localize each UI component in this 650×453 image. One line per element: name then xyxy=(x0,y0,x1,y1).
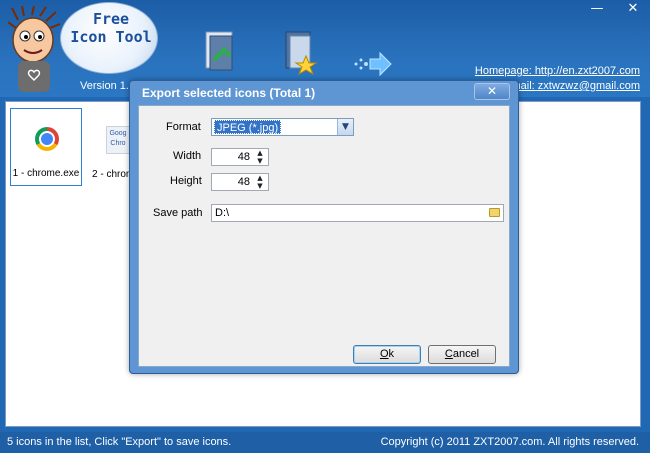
list-item[interactable]: 1 - chrome.exe xyxy=(10,108,82,186)
window-controls: — ✕ xyxy=(586,0,644,18)
save-path-label: Save path xyxy=(153,207,203,219)
ok-mnemonic: O xyxy=(379,348,389,360)
cancel-mnemonic: C xyxy=(444,348,453,360)
mascot-icon xyxy=(8,6,61,92)
height-stepper[interactable]: 48 ▲ ▼ xyxy=(211,173,269,191)
format-dropdown[interactable]: JPEG (*.jpg) ▼ xyxy=(211,118,354,136)
width-label: Width xyxy=(173,150,202,162)
export-dialog: Export selected icons (Total 1) ✕ Format… xyxy=(129,80,519,374)
ok-button[interactable]: Ok xyxy=(353,345,421,364)
increment-icon[interactable]: ▲ xyxy=(254,174,266,182)
decrement-icon[interactable]: ▼ xyxy=(254,157,266,165)
decrement-icon[interactable]: ▼ xyxy=(254,182,266,190)
close-button[interactable]: ✕ xyxy=(622,0,644,18)
status-bar: 5 icons in the list, Click "Export" to s… xyxy=(0,432,650,453)
list-item-label: 1 - chrome.exe xyxy=(12,168,80,179)
dialog-body: Format JPEG (*.jpg) ▼ Width 48 ▲ ▼ Heigh… xyxy=(138,105,510,367)
status-text: 5 icons in the list, Click "Export" to s… xyxy=(7,436,232,448)
logo-line2: Icon Tool xyxy=(70,28,152,46)
dialog-title: Export selected icons (Total 1) xyxy=(142,86,316,100)
increment-icon[interactable]: ▲ xyxy=(254,149,266,157)
homepage-link[interactable]: Homepage: http://en.zxt2007.com xyxy=(475,64,640,79)
save-path-input[interactable]: D:\ xyxy=(211,204,504,222)
google-page-icon: Goog Chro xyxy=(106,126,130,154)
chrome-icon xyxy=(35,127,59,151)
height-value: 48 xyxy=(237,176,250,188)
version-label: Version 1.2 xyxy=(80,80,136,92)
dialog-titlebar[interactable]: Export selected icons (Total 1) ✕ xyxy=(130,81,518,103)
open-file-icon[interactable] xyxy=(200,26,240,78)
width-value: 48 xyxy=(237,151,250,163)
ok-label-rest: k xyxy=(388,348,395,360)
cancel-button[interactable]: Cancel xyxy=(428,345,496,364)
dialog-close-button[interactable]: ✕ xyxy=(474,83,510,100)
format-value: JPEG (*.jpg) xyxy=(214,120,282,134)
favorites-icon[interactable] xyxy=(280,26,320,78)
save-path-value: D:\ xyxy=(215,207,230,219)
height-label: Height xyxy=(170,175,202,187)
minimize-button[interactable]: — xyxy=(586,0,608,18)
folder-icon[interactable] xyxy=(489,208,500,217)
logo-title: Free Icon Tool xyxy=(66,10,156,46)
width-stepper[interactable]: 48 ▲ ▼ xyxy=(211,148,269,166)
cancel-label-rest: ancel xyxy=(452,348,480,360)
logo-line1: Free xyxy=(92,10,130,28)
chevron-down-icon[interactable]: ▼ xyxy=(337,119,353,135)
copyright-text: Copyright (c) 2011 ZXT2007.com. All righ… xyxy=(380,436,639,448)
format-label: Format xyxy=(166,121,201,133)
